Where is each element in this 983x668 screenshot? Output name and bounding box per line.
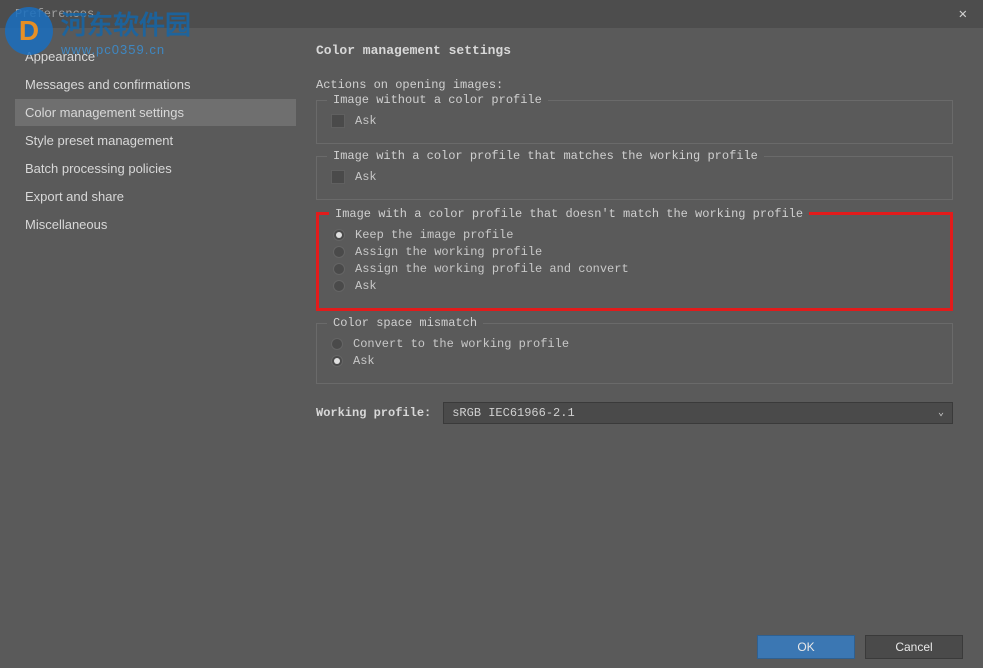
option-label: Ask [355, 170, 377, 184]
radio-icon[interactable] [331, 355, 343, 367]
sidebar-item-miscellaneous[interactable]: Miscellaneous [15, 211, 296, 238]
sidebar-item-messages[interactable]: Messages and confirmations [15, 71, 296, 98]
option-assign[interactable]: Assign the working profile [333, 245, 936, 259]
option-ask-2[interactable]: Ask [331, 170, 938, 184]
option-label: Keep the image profile [355, 228, 513, 242]
chevron-down-icon: ⌄ [938, 407, 944, 419]
cancel-button[interactable]: Cancel [865, 635, 963, 659]
sidebar-item-style-preset[interactable]: Style preset management [15, 127, 296, 154]
working-profile-select[interactable]: sRGB IEC61966-2.1 ⌄ [443, 402, 953, 424]
sidebar-item-batch[interactable]: Batch processing policies [15, 155, 296, 182]
legend-mismatch: Image with a color profile that doesn't … [329, 207, 809, 221]
settings-panel: Color management settings Actions on ope… [296, 28, 983, 626]
legend-no-profile: Image without a color profile [327, 93, 548, 107]
radio-icon[interactable] [333, 229, 345, 241]
checkbox-icon[interactable] [331, 114, 345, 128]
sidebar-item-appearance[interactable]: Appearance [15, 43, 296, 70]
panel-title: Color management settings [316, 43, 953, 58]
radio-icon[interactable] [333, 280, 345, 292]
fieldset-no-profile: Image without a color profile Ask [316, 100, 953, 144]
close-icon[interactable]: ✕ [951, 2, 975, 27]
option-ask-1[interactable]: Ask [331, 114, 938, 128]
titlebar: Preferences ✕ [0, 0, 983, 28]
option-ask-4[interactable]: Ask [331, 354, 938, 368]
radio-icon[interactable] [333, 246, 345, 258]
checkbox-icon[interactable] [331, 170, 345, 184]
fieldset-mismatch-profile: Image with a color profile that doesn't … [316, 212, 953, 311]
ok-button[interactable]: OK [757, 635, 855, 659]
fieldset-colorspace-mismatch: Color space mismatch Convert to the work… [316, 323, 953, 384]
radio-icon[interactable] [331, 338, 343, 350]
option-label: Assign the working profile [355, 245, 542, 259]
option-ask-3[interactable]: Ask [333, 279, 936, 293]
radio-icon[interactable] [333, 263, 345, 275]
main: Appearance Messages and confirmations Co… [0, 28, 983, 626]
legend-colorspace: Color space mismatch [327, 316, 483, 330]
option-label: Convert to the working profile [353, 337, 569, 351]
option-label: Ask [355, 279, 377, 293]
option-label: Ask [353, 354, 375, 368]
sidebar-item-color-management[interactable]: Color management settings [15, 99, 296, 126]
option-assign-convert[interactable]: Assign the working profile and convert [333, 262, 936, 276]
fieldset-matching-profile: Image with a color profile that matches … [316, 156, 953, 200]
sidebar-item-export[interactable]: Export and share [15, 183, 296, 210]
option-convert[interactable]: Convert to the working profile [331, 337, 938, 351]
option-keep[interactable]: Keep the image profile [333, 228, 936, 242]
option-label: Ask [355, 114, 377, 128]
working-profile-row: Working profile: sRGB IEC61966-2.1 ⌄ [316, 402, 953, 424]
actions-heading: Actions on opening images: [316, 78, 953, 92]
sidebar: Appearance Messages and confirmations Co… [0, 28, 296, 626]
select-value: sRGB IEC61966-2.1 [452, 406, 574, 420]
legend-matching: Image with a color profile that matches … [327, 149, 764, 163]
window-title: Preferences [15, 7, 94, 21]
working-profile-label: Working profile: [316, 406, 431, 420]
option-label: Assign the working profile and convert [355, 262, 629, 276]
footer: OK Cancel [0, 626, 983, 668]
